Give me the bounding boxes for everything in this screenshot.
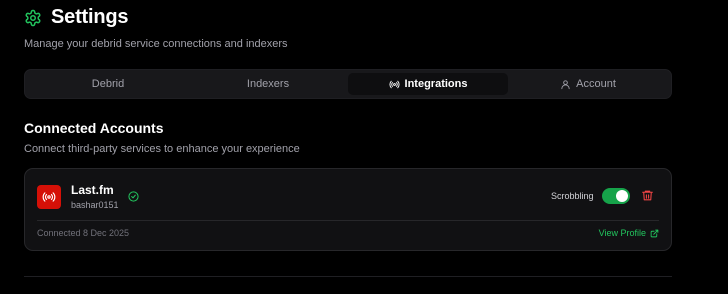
radio-signal-icon xyxy=(389,79,400,90)
tab-integrations[interactable]: Integrations xyxy=(348,73,508,95)
section-divider xyxy=(24,276,672,277)
user-icon xyxy=(560,79,571,90)
service-name: Last.fm xyxy=(71,183,114,197)
gear-icon xyxy=(24,9,42,27)
tab-debrid[interactable]: Debrid xyxy=(28,73,188,95)
check-circle-icon xyxy=(128,191,139,202)
radio-signal-icon xyxy=(42,192,56,202)
trash-icon[interactable] xyxy=(641,189,654,202)
settings-page: Settings Manage your debrid service conn… xyxy=(0,0,728,294)
card-divider xyxy=(37,220,659,221)
tab-indexers-label: Indexers xyxy=(246,78,290,90)
section-description: Connect third-party services to enhance … xyxy=(24,143,300,155)
settings-tabs: Debrid Indexers Integrations Account xyxy=(24,69,672,99)
toggle-knob xyxy=(616,190,628,202)
scrobbling-toggle[interactable] xyxy=(602,188,630,204)
section-title: Connected Accounts xyxy=(24,120,164,136)
tab-debrid-label: Debrid xyxy=(91,78,125,90)
external-link-icon xyxy=(650,229,659,238)
tab-account[interactable]: Account xyxy=(508,73,668,95)
tab-integrations-label: Integrations xyxy=(404,78,468,90)
account-username: bashar0151 xyxy=(71,200,119,210)
page-title: Settings xyxy=(51,6,129,28)
page-header: Settings xyxy=(24,6,128,29)
lastfm-account-card: Last.fm bashar0151 Scrobbling Connected … xyxy=(24,168,672,251)
lastfm-logo xyxy=(37,185,61,209)
view-profile-label: View Profile xyxy=(598,228,646,238)
scrobbling-label: Scrobbling xyxy=(551,191,594,201)
page-subtitle: Manage your debrid service connections a… xyxy=(24,38,288,50)
view-profile-link[interactable]: View Profile xyxy=(599,228,659,238)
connected-date: Connected 8 Dec 2025 xyxy=(37,228,130,238)
tab-account-label: Account xyxy=(576,78,616,90)
tab-indexers[interactable]: Indexers xyxy=(188,73,348,95)
